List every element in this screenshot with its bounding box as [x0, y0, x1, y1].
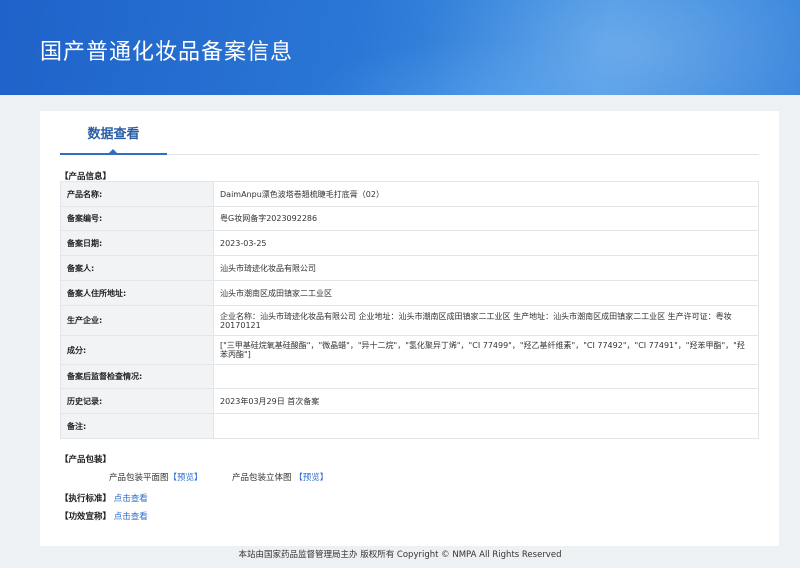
packaging-solid-label: 产品包装立体图 — [232, 473, 292, 483]
standard-label: 【执行标准】 — [60, 494, 112, 504]
table-row: 备案人: 汕头市琦迹化妆品有限公司 — [60, 255, 759, 281]
table-row: 备案人住所地址: 汕头市潮南区成田镇家二工业区 — [60, 280, 759, 306]
row-value-filing-number: 粤G妆网备字2023092286 — [213, 206, 759, 231]
row-value-filer: 汕头市琦迹化妆品有限公司 — [213, 255, 759, 281]
row-value-filing-date: 2023-03-25 — [213, 230, 759, 256]
row-label-manufacturer: 生产企业: — [60, 305, 214, 336]
row-value-history: 2023年03月29日 首次备案 — [213, 388, 759, 414]
tab-bar: 数据查看 — [60, 111, 759, 155]
table-row: 备注: — [60, 413, 759, 439]
table-row: 备案后监督检查情况: — [60, 364, 759, 389]
row-label-ingredients: 成分: — [60, 335, 214, 365]
table-row: 历史记录: 2023年03月29日 首次备案 — [60, 388, 759, 414]
page-title: 国产普通化妆品备案信息 — [40, 40, 294, 65]
table-row: 产品名称: DaimAnpu漂色波塔卷翘梳睫毛打底膏（02） — [60, 181, 759, 207]
row-label-inspection: 备案后监督检查情况: — [60, 364, 214, 389]
standard-view-link[interactable]: 点击查看 — [114, 494, 148, 504]
product-info-table: 产品名称: DaimAnpu漂色波塔卷翘梳睫毛打底膏（02） 备案编号: 粤G妆… — [60, 181, 759, 439]
table-row: 备案编号: 粤G妆网备字2023092286 — [60, 206, 759, 231]
claims-row: 【功效宣称】 点击查看 — [60, 510, 148, 522]
packaging-solid: 产品包装立体图 【预览】 — [232, 471, 328, 483]
table-row: 生产企业: 企业名称：汕头市琦迹化妆品有限公司 企业地址：汕头市潮南区成田镇家二… — [60, 305, 759, 336]
claims-view-link[interactable]: 点击查看 — [114, 512, 148, 522]
row-value-remarks — [213, 413, 759, 439]
packaging-flat-preview-link[interactable]: 【预览】 — [169, 473, 203, 483]
row-value-manufacturer: 企业名称：汕头市琦迹化妆品有限公司 企业地址：汕头市潮南区成田镇家二工业区 生产… — [213, 305, 759, 336]
packaging-flat: 产品包装平面图【预览】 — [109, 471, 203, 483]
row-value-ingredients: ["三甲基硅烷氧基硅酸酯"，"微晶蜡"，"异十二烷"，"氢化聚异丁烯"，"CI … — [213, 335, 759, 365]
row-label-history: 历史记录: — [60, 388, 214, 414]
row-label-remarks: 备注: — [60, 413, 214, 439]
standard-row: 【执行标准】 点击查看 — [60, 492, 148, 504]
footer-copyright: 本站由国家药品监督管理局主办 版权所有 Copyright © NMPA All… — [238, 550, 562, 560]
tab-data-view[interactable]: 数据查看 — [60, 111, 167, 155]
row-label-filer: 备案人: — [60, 255, 214, 281]
claims-label: 【功效宣称】 — [60, 512, 112, 522]
content-card: 数据查看 【产品信息】 产品名称: DaimAnpu漂色波塔卷翘梳睫毛打底膏（0… — [40, 111, 779, 546]
header-banner: 国产普通化妆品备案信息 — [0, 0, 800, 95]
packaging-section-label: 【产品包装】 — [60, 455, 112, 465]
packaging-flat-label: 产品包装平面图 — [109, 473, 169, 483]
packaging-solid-preview-link[interactable]: 【预览】 — [294, 473, 328, 483]
row-value-filer-address: 汕头市潮南区成田镇家二工业区 — [213, 280, 759, 306]
row-label-filing-number: 备案编号: — [60, 206, 214, 231]
row-label-filing-date: 备案日期: — [60, 230, 214, 256]
banner-glow-secondary — [300, 40, 660, 95]
table-row: 备案日期: 2023-03-25 — [60, 230, 759, 256]
row-value-inspection — [213, 364, 759, 389]
table-row: 成分: ["三甲基硅烷氧基硅酸酯"，"微晶蜡"，"异十二烷"，"氢化聚异丁烯"，… — [60, 335, 759, 365]
row-label-product-name: 产品名称: — [60, 181, 214, 207]
row-value-product-name: DaimAnpu漂色波塔卷翘梳睫毛打底膏（02） — [213, 181, 759, 207]
row-label-filer-address: 备案人住所地址: — [60, 280, 214, 306]
